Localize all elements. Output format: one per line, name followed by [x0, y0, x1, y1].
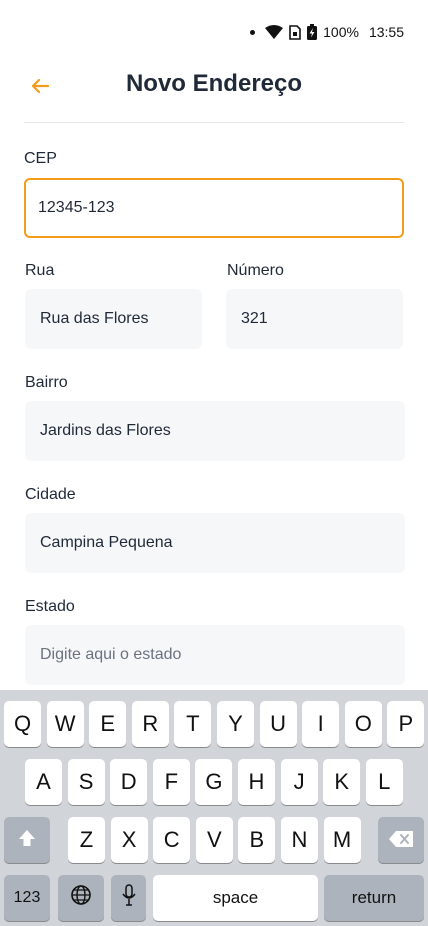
- bairro-input[interactable]: [25, 401, 405, 461]
- header: Novo Endereço: [0, 64, 428, 110]
- cep-label: CEP: [24, 150, 57, 167]
- globe-key[interactable]: [58, 875, 104, 921]
- estado-input[interactable]: [25, 625, 405, 685]
- cidade-label: Cidade: [25, 486, 76, 503]
- key-u[interactable]: U: [259, 701, 297, 747]
- key-i[interactable]: I: [302, 701, 340, 747]
- return-key[interactable]: return: [324, 875, 424, 921]
- cidade-input[interactable]: [25, 513, 405, 573]
- on-screen-keyboard: QWERTYUIOP ASDFGHJKL ZXCVBNM 123 space r…: [0, 690, 428, 926]
- key-m[interactable]: M: [323, 817, 361, 863]
- rua-label: Rua: [25, 262, 55, 279]
- key-e[interactable]: E: [89, 701, 127, 747]
- bairro-label: Bairro: [25, 374, 68, 391]
- key-z[interactable]: Z: [68, 817, 105, 863]
- clock-time: 13:55: [368, 24, 404, 40]
- wifi-icon: [265, 25, 284, 39]
- key-g[interactable]: G: [195, 759, 233, 805]
- key-h[interactable]: H: [238, 759, 275, 805]
- key-s[interactable]: S: [67, 759, 105, 805]
- backspace-icon: [389, 827, 413, 853]
- battery-charging-icon: [307, 24, 318, 40]
- estado-label: Estado: [25, 598, 75, 615]
- shift-key[interactable]: [4, 817, 50, 863]
- key-j[interactable]: J: [280, 759, 318, 805]
- status-bar: 100% 13:55: [250, 22, 404, 42]
- numbers-key[interactable]: 123: [4, 875, 50, 921]
- key-c[interactable]: C: [153, 817, 191, 863]
- space-key[interactable]: space: [153, 875, 318, 921]
- microphone-key[interactable]: [111, 875, 146, 921]
- key-a[interactable]: A: [25, 759, 62, 805]
- key-q[interactable]: Q: [4, 701, 41, 747]
- key-d[interactable]: D: [110, 759, 148, 805]
- key-l[interactable]: L: [365, 759, 403, 805]
- globe-icon: [70, 884, 92, 912]
- rua-input[interactable]: [25, 289, 202, 349]
- key-v[interactable]: V: [195, 817, 233, 863]
- microphone-icon: [121, 884, 136, 912]
- key-f[interactable]: F: [152, 759, 190, 805]
- key-p[interactable]: P: [387, 701, 425, 747]
- key-o[interactable]: O: [344, 701, 382, 747]
- numero-label: Número: [227, 262, 284, 279]
- key-w[interactable]: W: [46, 701, 84, 747]
- header-divider: [24, 122, 404, 123]
- numero-input[interactable]: [226, 289, 403, 349]
- shift-icon: [18, 827, 36, 853]
- sim-card-icon: [289, 24, 301, 40]
- key-b[interactable]: B: [238, 817, 276, 863]
- battery-percentage: 100%: [323, 24, 359, 40]
- key-y[interactable]: Y: [217, 701, 254, 747]
- key-r[interactable]: R: [131, 701, 169, 747]
- cep-input[interactable]: [24, 178, 404, 238]
- notification-dot-icon: [250, 29, 256, 35]
- page-title: Novo Endereço: [125, 70, 303, 97]
- key-x[interactable]: X: [110, 817, 148, 863]
- key-n[interactable]: N: [281, 817, 318, 863]
- backspace-key[interactable]: [378, 817, 424, 863]
- key-t[interactable]: T: [174, 701, 212, 747]
- key-k[interactable]: K: [323, 759, 361, 805]
